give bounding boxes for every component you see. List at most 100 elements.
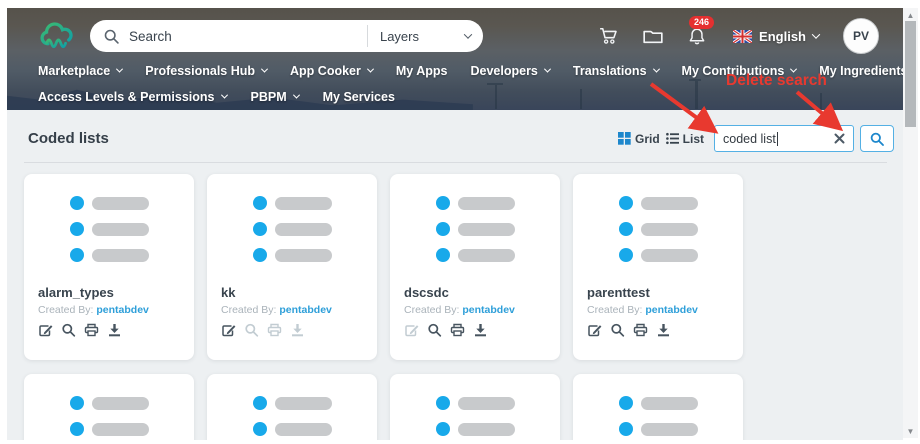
user-avatar[interactable]: PV <box>843 18 879 54</box>
coded-list-card[interactable]: kk Created By: pentabdev <box>207 174 377 360</box>
search-submit-button[interactable] <box>860 125 894 152</box>
nav-item-label: Developers <box>470 64 538 78</box>
chevron-down-icon <box>116 65 124 73</box>
author-link[interactable]: pentabdev <box>462 304 515 316</box>
chevron-down-icon <box>543 65 551 73</box>
placeholder-bar <box>91 196 149 210</box>
language-selector[interactable]: English <box>733 29 821 44</box>
nav-item-label: PBPM <box>250 90 287 104</box>
main-nav-row-1: Marketplace Professionals Hub App Cooker… <box>7 58 903 84</box>
coded-list-card[interactable] <box>24 374 194 440</box>
placeholder-dot <box>618 222 633 236</box>
coded-list-card[interactable] <box>390 374 560 440</box>
nav-item-label: Professionals Hub <box>145 64 256 78</box>
magnifier-icon[interactable] <box>244 323 259 337</box>
shopping-cart-icon <box>600 28 617 44</box>
nav-menu-item[interactable]: Marketplace <box>38 64 124 78</box>
card-grid-row-1: alarm_types Created By: pentabdev kk Cre… <box>7 163 903 360</box>
grid-toggle-label: Grid <box>634 131 660 146</box>
nav-item-label: Access Levels & Permissions <box>38 90 215 104</box>
magnifier-icon[interactable] <box>610 323 625 337</box>
list-placeholder-graphic <box>404 396 546 440</box>
nav-item-label: My Contributions <box>681 64 785 78</box>
edit-icon[interactable] <box>221 323 236 337</box>
card-title: alarm_types <box>38 285 114 300</box>
chevron-down-icon <box>220 91 228 99</box>
search-icon <box>104 29 119 44</box>
placeholder-dot <box>252 422 267 436</box>
filter-search-input[interactable]: coded list <box>714 125 854 152</box>
coded-list-card[interactable]: alarm_types Created By: pentabdev <box>24 174 194 360</box>
placeholder-dot <box>618 396 633 410</box>
download-icon[interactable] <box>656 323 671 337</box>
nav-menu-item[interactable]: Translations <box>573 64 660 78</box>
scrollbar-thumb[interactable] <box>905 21 916 127</box>
print-icon[interactable] <box>450 323 465 337</box>
print-icon[interactable] <box>84 323 99 337</box>
magnifier-icon[interactable] <box>61 323 76 337</box>
download-icon[interactable] <box>290 323 305 337</box>
content-area: Coded lists Grid List coded list alarm_t… <box>7 110 903 440</box>
page-header: Coded lists Grid List coded list <box>7 110 903 152</box>
nav-menu-item[interactable]: My Apps <box>396 64 448 78</box>
search-divider <box>366 25 368 47</box>
placeholder-dot <box>252 196 267 210</box>
grid-view-toggle[interactable]: Grid <box>617 131 660 146</box>
text-cursor <box>776 131 779 146</box>
author-link[interactable]: pentabdev <box>96 304 149 316</box>
placeholder-dot <box>69 222 84 236</box>
edit-icon[interactable] <box>38 323 53 337</box>
placeholder-bar <box>91 248 149 262</box>
edit-icon[interactable] <box>404 323 419 337</box>
chevron-down-icon <box>652 65 660 73</box>
chevron-down-icon <box>790 65 798 73</box>
placeholder-bar <box>457 222 515 236</box>
placeholder-bar <box>91 222 149 236</box>
nav-menu-item[interactable]: My Ingredients <box>819 64 903 78</box>
card-title: parenttest <box>587 285 650 300</box>
chevron-down-icon <box>366 65 374 73</box>
print-icon[interactable] <box>267 323 282 337</box>
nav-menu-item[interactable]: Access Levels & Permissions <box>38 90 228 104</box>
page-viewport: Search Layers 246 English PV Marketplace… <box>7 8 903 440</box>
created-by-label: Created By: <box>587 304 643 316</box>
created-by-label: Created By: <box>38 304 94 316</box>
scroll-down-arrow[interactable]: ▼ <box>903 424 918 438</box>
card-actions <box>38 323 180 337</box>
magnifier-icon[interactable] <box>427 323 442 337</box>
folder-button[interactable] <box>643 27 663 45</box>
author-link[interactable]: pentabdev <box>279 304 332 316</box>
placeholder-bar <box>274 422 332 436</box>
coded-list-card[interactable]: parenttest Created By: pentabdev <box>573 174 743 360</box>
scroll-up-arrow[interactable]: ▲ <box>903 8 918 22</box>
chevron-down-icon[interactable] <box>463 30 473 39</box>
cart-button[interactable] <box>599 27 619 45</box>
nav-menu-item[interactable]: Developers <box>470 64 551 78</box>
list-view-toggle[interactable]: List <box>665 132 704 146</box>
placeholder-bar <box>640 422 698 436</box>
print-icon[interactable] <box>633 323 648 337</box>
coded-list-card[interactable]: dscsdc Created By: pentabdev <box>390 174 560 360</box>
download-icon[interactable] <box>107 323 122 337</box>
nav-menu-item[interactable]: My Contributions <box>681 64 798 78</box>
list-placeholder-graphic <box>587 396 729 440</box>
placeholder-bar <box>91 422 149 436</box>
vertical-scrollbar[interactable]: ▲ ▼ <box>903 8 918 438</box>
placeholder-bar <box>457 422 515 436</box>
placeholder-bar <box>457 248 515 262</box>
author-link[interactable]: pentabdev <box>645 304 698 316</box>
placeholder-dot <box>69 248 84 262</box>
edit-icon[interactable] <box>587 323 602 337</box>
search-scope-selector[interactable]: Layers <box>380 29 419 44</box>
global-search-bar[interactable]: Search Layers <box>90 20 483 52</box>
coded-list-card[interactable] <box>573 374 743 440</box>
nav-menu-item[interactable]: My Services <box>323 90 395 104</box>
clear-search-icon[interactable] <box>834 133 845 144</box>
nav-menu-item[interactable]: Professionals Hub <box>145 64 269 78</box>
notifications-button[interactable]: 246 <box>687 16 715 45</box>
coded-list-card[interactable] <box>207 374 377 440</box>
nav-menu-item[interactable]: PBPM <box>250 90 300 104</box>
placeholder-dot <box>252 248 267 262</box>
nav-menu-item[interactable]: App Cooker <box>290 64 374 78</box>
download-icon[interactable] <box>473 323 488 337</box>
